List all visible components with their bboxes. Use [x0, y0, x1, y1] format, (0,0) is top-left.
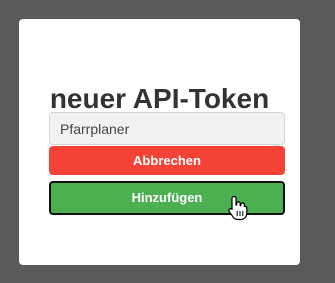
- dialog-title: neuer API-Token: [49, 83, 270, 114]
- hand-pointer-cursor-icon: [228, 195, 248, 221]
- cancel-button[interactable]: Abbrechen: [49, 146, 285, 175]
- token-name-input[interactable]: [49, 112, 285, 145]
- add-button[interactable]: Hinzufügen: [49, 181, 285, 215]
